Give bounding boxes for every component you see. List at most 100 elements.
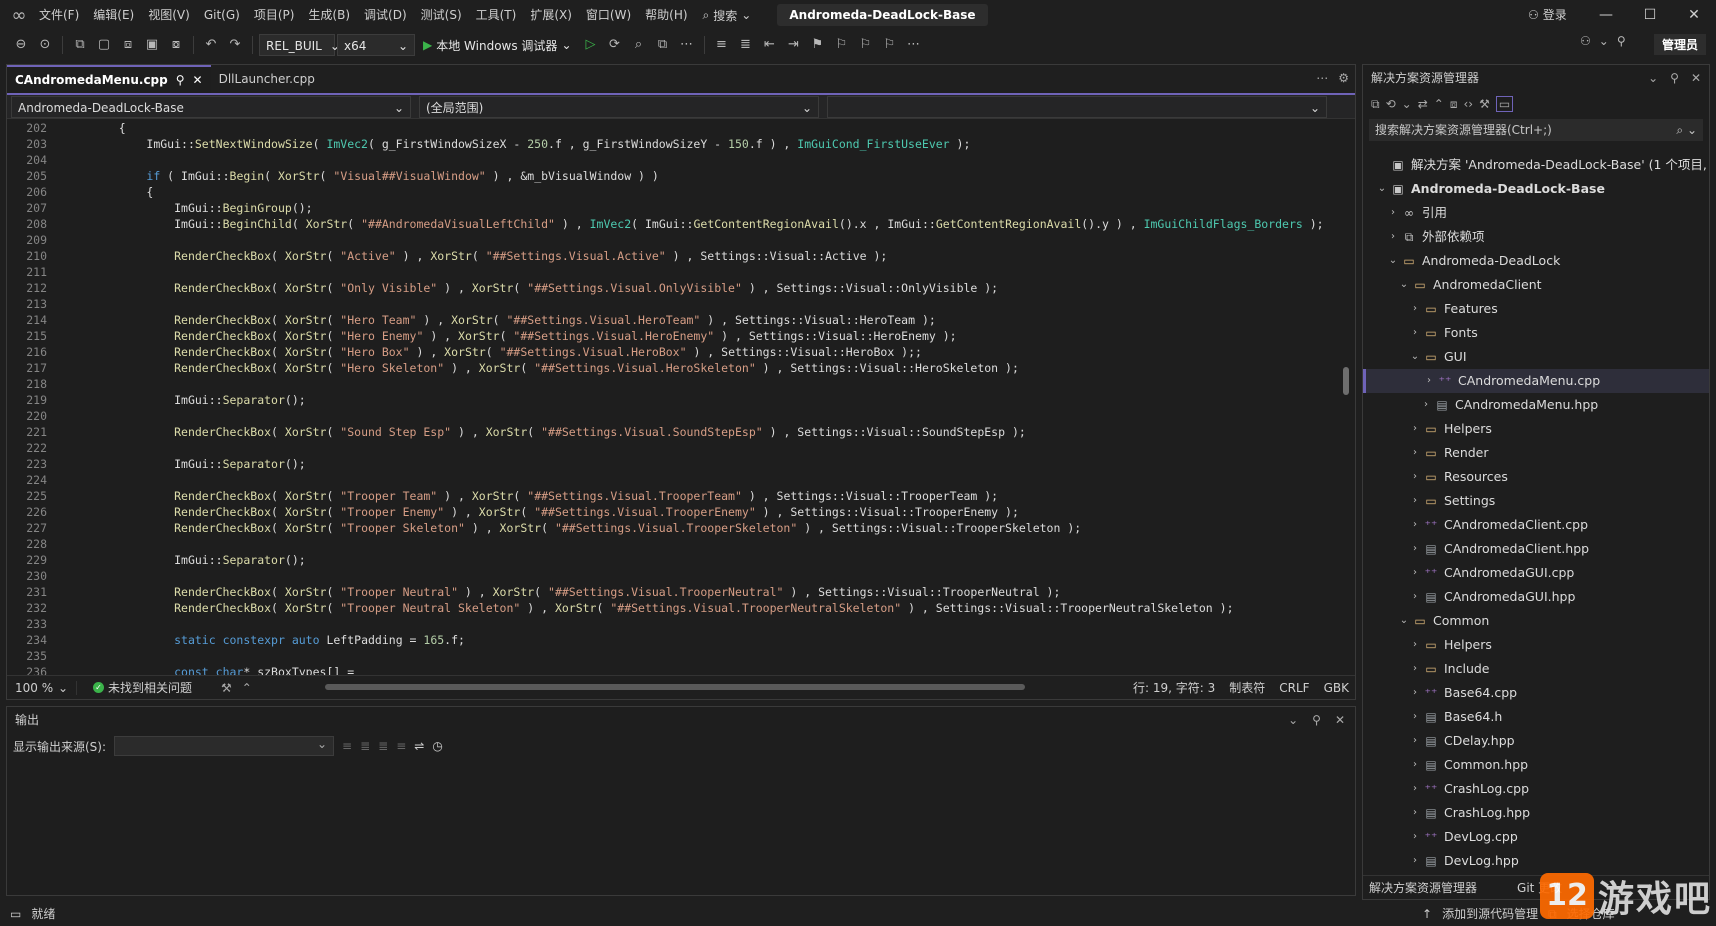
- hot-reload-icon[interactable]: ⟳: [604, 34, 626, 56]
- code-line[interactable]: 219 ImGui::Separator();: [7, 392, 1347, 408]
- properties-icon[interactable]: ⚒: [1479, 97, 1490, 111]
- tree-item[interactable]: ⌄ ▣ Andromeda-DeadLock-Base: [1363, 177, 1709, 201]
- code-line[interactable]: 236 const char* szBoxTypes[] =: [7, 664, 1347, 675]
- code-area[interactable]: 202 {203 ImGui::SetNextWindowSize( ImVec…: [7, 120, 1347, 675]
- menu-item[interactable]: 测试(S): [414, 0, 469, 30]
- chevron-right-icon[interactable]: ›: [1386, 201, 1400, 225]
- project-dropdown[interactable]: Andromeda-DeadLock-Base ⌄: [11, 96, 411, 118]
- code-line[interactable]: 227 RenderCheckBox( XorStr( "Trooper Ske…: [7, 520, 1347, 536]
- code-line[interactable]: 235: [7, 648, 1347, 664]
- code-line[interactable]: 220: [7, 408, 1347, 424]
- tree-item[interactable]: › ▭ Settings: [1363, 489, 1709, 513]
- code-line[interactable]: 218: [7, 376, 1347, 392]
- prev-bookmark-icon[interactable]: ⚐: [831, 34, 853, 56]
- code-line[interactable]: 226 RenderCheckBox( XorStr( "Trooper Ene…: [7, 504, 1347, 520]
- tree-item[interactable]: ⌄ ▭ GUI: [1363, 345, 1709, 369]
- tree-item[interactable]: › ⁺⁺ Base64.cpp: [1363, 681, 1709, 705]
- code-line[interactable]: 230: [7, 568, 1347, 584]
- chevron-right-icon[interactable]: ›: [1408, 777, 1422, 801]
- code-line[interactable]: 221 RenderCheckBox( XorStr( "Sound Step …: [7, 424, 1347, 440]
- close-window-button[interactable]: ✕: [1674, 0, 1714, 30]
- tree-item[interactable]: › ▭ Resources: [1363, 465, 1709, 489]
- new-file-icon[interactable]: ▢: [93, 34, 115, 56]
- chevron-up-icon[interactable]: ⌃: [242, 681, 252, 695]
- output-source-dropdown[interactable]: ⌄: [114, 736, 335, 756]
- line-ending[interactable]: CRLF: [1279, 676, 1309, 700]
- chevron-right-icon[interactable]: ›: [1408, 513, 1422, 537]
- code-line[interactable]: 212 RenderCheckBox( XorStr( "Only Visibl…: [7, 280, 1347, 296]
- code-line[interactable]: 224: [7, 472, 1347, 488]
- tree-item[interactable]: ▣ 解决方案 'Andromeda-DeadLock-Base' (1 个项目,: [1363, 153, 1709, 177]
- more-icon[interactable]: ⋯: [903, 34, 925, 56]
- find-message-icon[interactable]: ≡: [342, 739, 352, 753]
- menu-item[interactable]: 视图(V): [141, 0, 197, 30]
- menu-item[interactable]: 项目(P): [247, 0, 302, 30]
- tree-item[interactable]: › ▤ CAndromedaMenu.hpp: [1363, 393, 1709, 417]
- solution-search-box[interactable]: 搜索解决方案资源管理器(Ctrl+;) ⌕ ⌄: [1369, 119, 1703, 141]
- chevron-down-icon[interactable]: ⌄: [1288, 707, 1298, 733]
- issues-indicator[interactable]: ✓ 未找到相关问题: [77, 679, 207, 696]
- pin-icon[interactable]: ⚲: [1312, 707, 1321, 733]
- more-icon[interactable]: ⋯: [676, 34, 698, 56]
- sync-icon[interactable]: ⇄: [1418, 97, 1428, 111]
- tree-item[interactable]: › ▭ Features: [1363, 297, 1709, 321]
- indent-icon[interactable]: ⇥: [783, 34, 805, 56]
- preview-icon[interactable]: ▭: [1495, 96, 1514, 112]
- tree-item[interactable]: › ⁺⁺ CAndromedaMenu.cpp: [1363, 369, 1709, 393]
- chevron-down-icon[interactable]: ⌄: [1648, 65, 1658, 91]
- code-line[interactable]: 216 RenderCheckBox( XorStr( "Hero Box" )…: [7, 344, 1347, 360]
- tree-item[interactable]: ⌄ ▭ Common: [1363, 609, 1709, 633]
- search-menu[interactable]: ⌕ 搜索 ⌄: [695, 7, 760, 24]
- tree-item[interactable]: › ⁺⁺ CAndromedaClient.cpp: [1363, 513, 1709, 537]
- tree-item[interactable]: › ▤ CAndromedaClient.hpp: [1363, 537, 1709, 561]
- next-message-icon[interactable]: ≣: [378, 739, 388, 753]
- chevron-down-icon[interactable]: ⌄: [1375, 177, 1389, 201]
- save-icon[interactable]: ▣: [141, 34, 163, 56]
- forward-icon[interactable]: ⊙: [34, 34, 56, 56]
- tab-solution-explorer[interactable]: 解决方案资源管理器: [1369, 876, 1477, 899]
- code-line[interactable]: 208 ImGui::BeginChild( XorStr( "##Androm…: [7, 216, 1347, 232]
- browse-icon[interactable]: ⌕: [628, 34, 650, 56]
- code-line[interactable]: 213: [7, 296, 1347, 312]
- chevron-right-icon[interactable]: ›: [1408, 417, 1422, 441]
- view-code-icon[interactable]: ‹›: [1463, 97, 1473, 111]
- chevron-right-icon[interactable]: ›: [1408, 465, 1422, 489]
- tree-item[interactable]: › ⁺⁺ CrashLog.cpp: [1363, 777, 1709, 801]
- chevron-right-icon[interactable]: ›: [1408, 441, 1422, 465]
- menu-item[interactable]: 编辑(E): [86, 0, 141, 30]
- code-line[interactable]: 217 RenderCheckBox( XorStr( "Hero Skelet…: [7, 360, 1347, 376]
- chevron-right-icon[interactable]: ›: [1408, 633, 1422, 657]
- chevron-right-icon[interactable]: ›: [1408, 657, 1422, 681]
- save-all-icon[interactable]: ⧇: [165, 34, 187, 56]
- back-icon[interactable]: ⊖: [10, 34, 32, 56]
- maximize-button[interactable]: ☐: [1630, 0, 1670, 30]
- chevron-down-icon[interactable]: ⌄: [1397, 273, 1411, 297]
- history-icon[interactable]: ⟲: [1386, 97, 1396, 111]
- code-line[interactable]: 223 ImGui::Separator();: [7, 456, 1347, 472]
- zoom-dropdown[interactable]: 100 % ⌄: [7, 680, 77, 695]
- code-line[interactable]: 233: [7, 616, 1347, 632]
- code-line[interactable]: 203 ImGui::SetNextWindowSize( ImVec2( g_…: [7, 136, 1347, 152]
- chevron-right-icon[interactable]: ›: [1408, 825, 1422, 849]
- tree-item[interactable]: ⌄ ▭ Andromeda-DeadLock: [1363, 249, 1709, 273]
- chevron-right-icon[interactable]: ›: [1408, 705, 1422, 729]
- minimize-button[interactable]: —: [1586, 0, 1626, 30]
- collapse-all-icon[interactable]: ⌃: [1434, 97, 1444, 111]
- switch-views-icon[interactable]: ⧉: [1371, 97, 1380, 112]
- tree-item[interactable]: › ▤ Base64.h: [1363, 705, 1709, 729]
- tree-item[interactable]: › ▤ CrashLog.hpp: [1363, 801, 1709, 825]
- encoding[interactable]: GBK: [1324, 676, 1349, 700]
- next-bookmark-icon[interactable]: ⚐: [855, 34, 877, 56]
- outdent-icon[interactable]: ⇤: [759, 34, 781, 56]
- comment-icon[interactable]: ≡: [711, 34, 733, 56]
- scope-dropdown[interactable]: (全局范围) ⌄: [419, 96, 819, 118]
- tree-item[interactable]: › ▭ Fonts: [1363, 321, 1709, 345]
- tree-item[interactable]: › ▭ Helpers: [1363, 417, 1709, 441]
- code-line[interactable]: 207 ImGui::BeginGroup();: [7, 200, 1347, 216]
- code-line[interactable]: 206 {: [7, 184, 1347, 200]
- code-line[interactable]: 222: [7, 440, 1347, 456]
- scrollbar-thumb[interactable]: [1343, 367, 1349, 395]
- menu-item[interactable]: 文件(F): [32, 0, 86, 30]
- clear-all-icon[interactable]: ≡: [396, 739, 406, 753]
- tab-dlllauncher-cpp[interactable]: DllLauncher.cpp: [211, 65, 323, 93]
